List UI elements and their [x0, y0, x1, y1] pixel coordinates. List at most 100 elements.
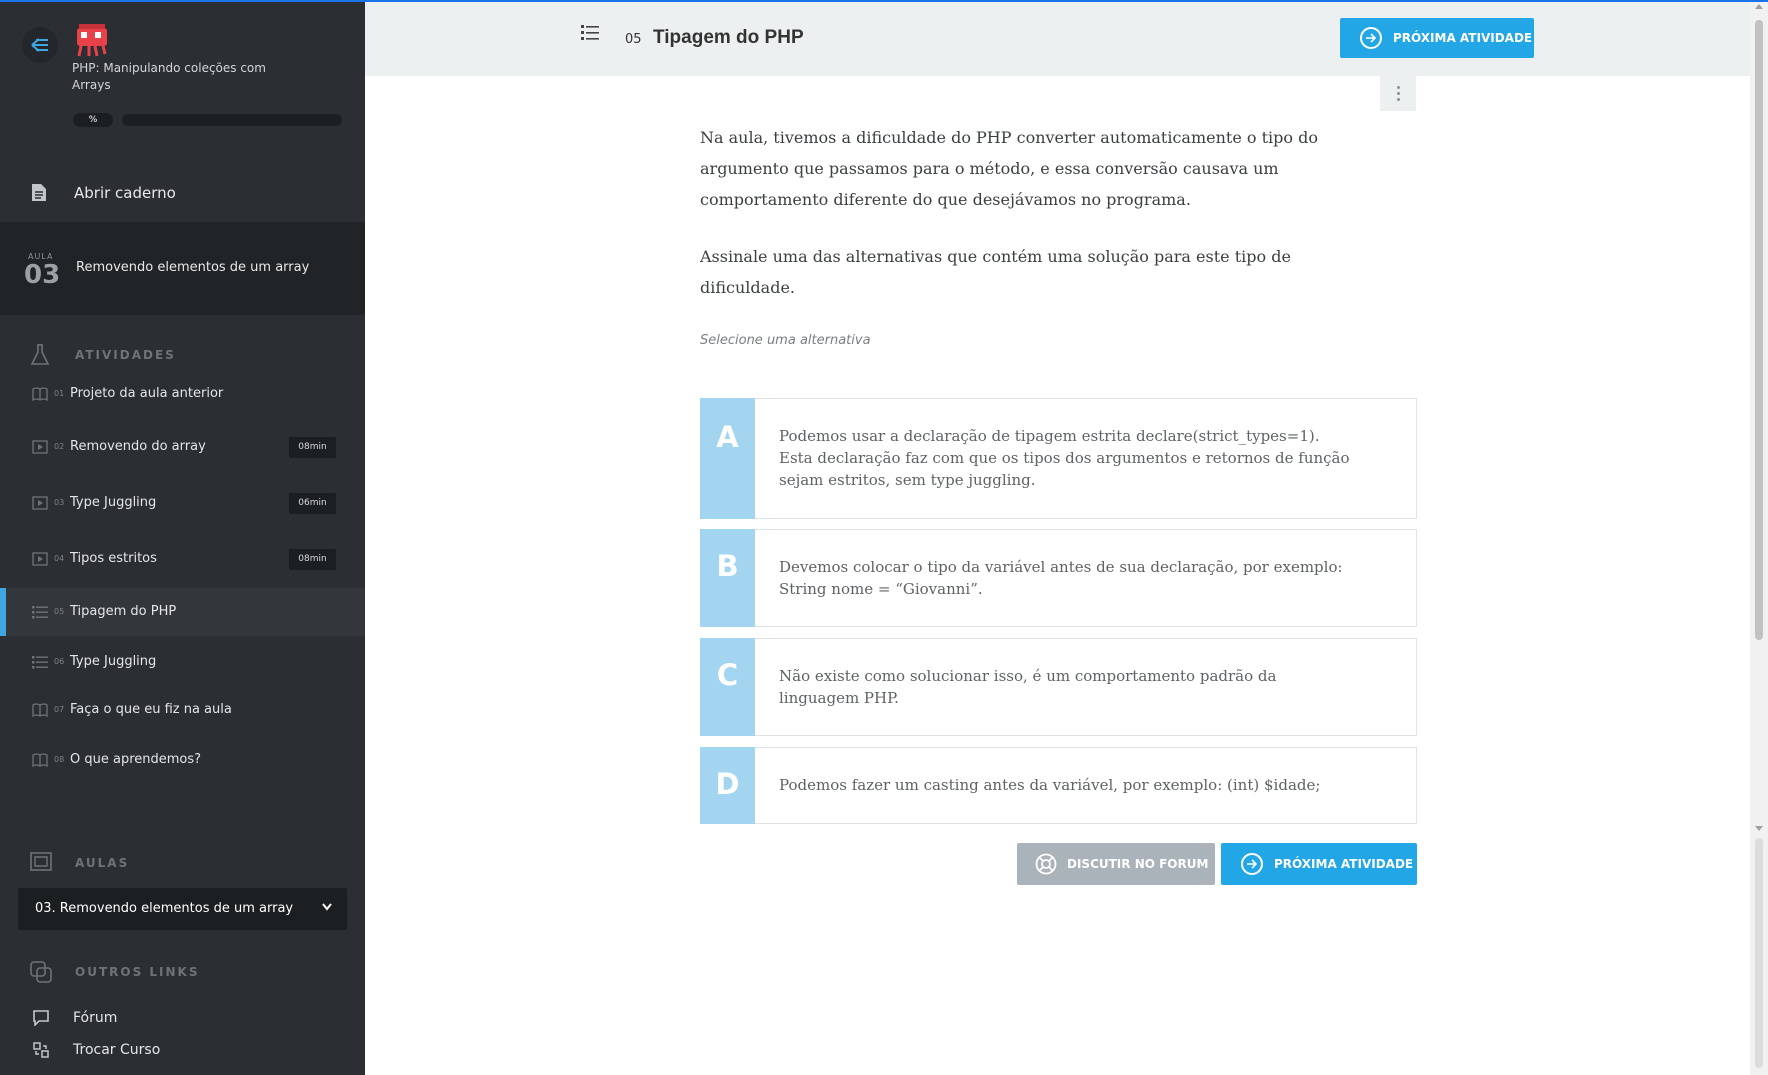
option-letter: A — [700, 398, 755, 519]
flask-icon — [30, 344, 50, 365]
question-paragraph-1: Na aula, tivemos a dificuldade do PHP co… — [700, 128, 1318, 209]
activity-number: 08 — [54, 755, 65, 764]
list-icon — [32, 654, 48, 673]
activity-item[interactable]: 06 Type Juggling — [0, 638, 365, 686]
forum-icon — [33, 1010, 49, 1026]
scrollbar-thumb[interactable] — [1755, 20, 1763, 640]
discuss-forum-button[interactable]: DISCUTIR NO FORUM — [1017, 843, 1215, 885]
discuss-forum-label: DISCUTIR NO FORUM — [1067, 857, 1209, 871]
list-icon — [32, 604, 48, 623]
forum-link[interactable]: Fórum — [0, 1004, 365, 1032]
chevron-down-icon — [322, 903, 332, 911]
activity-title: O que aprendemos? — [70, 752, 202, 767]
scrollbar-track-lower — [1755, 838, 1763, 1068]
book-icon — [32, 702, 48, 721]
activity-title: Projeto da aula anterior — [70, 386, 224, 401]
book-icon — [32, 752, 48, 771]
activity-list-icon[interactable] — [581, 24, 599, 40]
option-text: Devemos colocar o tipo da variável antes… — [779, 558, 1343, 598]
video-icon — [32, 495, 48, 514]
top-loading-line — [0, 0, 1768, 2]
next-activity-button[interactable]: PRÓXIMA ATIVIDADE — [1340, 18, 1534, 58]
scroll-up-arrow-icon[interactable] — [1755, 4, 1763, 9]
main-content: Na aula, tivemos a dificuldade do PHP co… — [365, 76, 1750, 1075]
switch-course-icon — [33, 1042, 49, 1058]
activity-duration: 08min — [289, 549, 336, 570]
activity-header: 05 Tipagem do PHP PRÓXIMA ATIVIDADE — [365, 2, 1750, 76]
next-activity-bottom-button[interactable]: PRÓXIMA ATIVIDADE — [1221, 843, 1417, 885]
more-options-icon[interactable] — [1380, 76, 1416, 111]
activity-item[interactable]: 05 Tipagem do PHP — [0, 588, 365, 636]
activity-title: Removendo do array — [70, 439, 206, 454]
video-icon — [32, 439, 48, 458]
progress-bar — [122, 114, 342, 126]
other-links-heading: OUTROS LINKS — [0, 957, 365, 987]
scroll-down-arrow-icon[interactable] — [1755, 826, 1763, 831]
activity-duration: 06min — [289, 493, 336, 514]
activity-item[interactable]: 03 Type Juggling 06min — [0, 479, 365, 527]
next-activity-label: PRÓXIMA ATIVIDADE — [1393, 31, 1533, 45]
option-letter: C — [700, 638, 755, 736]
switch-course-label: Trocar Curso — [73, 1042, 161, 1058]
question-paragraph-2: Assinale uma das alternativas que contém… — [700, 247, 1291, 297]
lesson-select[interactable]: 03. Removendo elementos de um array — [18, 888, 347, 930]
progress-percent: % — [73, 113, 113, 127]
option-text: Podemos fazer um casting antes da variáv… — [779, 776, 1321, 794]
activity-number: 02 — [54, 442, 65, 451]
links-icon — [30, 961, 52, 983]
lesson-title: Removendo elementos de um array — [76, 260, 310, 275]
app: PHP: Manipulando coleções com Arrays % A… — [0, 0, 1768, 1075]
lesson-select-value: 03. Removendo elementos de um array — [35, 901, 294, 916]
activity-item[interactable]: 02 Removendo do array 08min — [0, 423, 365, 471]
lesson-number: 03 — [24, 260, 61, 290]
activity-item[interactable]: 01 Projeto da aula anterior — [0, 370, 365, 418]
option-text: Não existe como solucionar isso, é um co… — [779, 667, 1277, 707]
open-notebook-label: Abrir caderno — [74, 184, 176, 202]
arrow-right-circle-icon — [1241, 853, 1263, 875]
option-a[interactable]: A Podemos usar a declaração de tipagem e… — [700, 398, 1417, 519]
video-icon — [32, 551, 48, 570]
next-activity-bottom-label: PRÓXIMA ATIVIDADE — [1274, 857, 1414, 871]
activity-duration: 08min — [289, 437, 336, 458]
page-title: Tipagem do PHP — [653, 27, 804, 48]
open-notebook-link[interactable]: Abrir caderno — [0, 165, 365, 221]
sidebar: PHP: Manipulando coleções com Arrays % A… — [0, 0, 365, 1075]
back-button[interactable] — [22, 27, 58, 63]
activity-title: Tipagem do PHP — [70, 604, 177, 619]
activity-title: Faça o que eu fiz na aula — [70, 702, 232, 717]
activity-title: Type Juggling — [70, 654, 157, 669]
activity-item[interactable]: 07 Faça o que eu fiz na aula — [0, 686, 365, 734]
option-letter: D — [700, 747, 755, 824]
select-hint: Selecione uma alternativa — [700, 333, 871, 348]
switch-course-link[interactable]: Trocar Curso — [0, 1036, 365, 1064]
activity-number: 05 — [54, 607, 65, 616]
activity-item[interactable]: 04 Tipos estritos 08min — [0, 535, 365, 583]
course-logo — [73, 24, 111, 58]
course-title: PHP: Manipulando coleções com Arrays — [72, 61, 266, 92]
book-icon — [32, 386, 48, 405]
current-lesson: AULA 03 Removendo elementos de um array — [0, 222, 365, 315]
activity-number: 04 — [54, 554, 65, 563]
option-letter: B — [700, 529, 755, 627]
arrow-back-icon — [31, 38, 48, 52]
activity-number: 01 — [54, 389, 65, 398]
activity-title: Tipos estritos — [70, 551, 157, 566]
aulas-heading: AULAS — [0, 848, 365, 878]
option-b[interactable]: B Devemos colocar o tipo da variável ant… — [700, 529, 1417, 627]
activity-number: 03 — [54, 498, 65, 507]
activity-number: 06 — [54, 657, 65, 666]
activity-item[interactable]: 08 O que aprendemos? — [0, 736, 365, 784]
lifebuoy-icon — [1035, 853, 1057, 875]
arrow-right-circle-icon — [1360, 27, 1382, 49]
forum-link-label: Fórum — [73, 1010, 118, 1026]
option-d[interactable]: D Podemos fazer um casting antes da vari… — [700, 747, 1417, 824]
activity-number: 05 — [625, 32, 642, 47]
page-scrollbar[interactable] — [1750, 0, 1768, 1075]
document-icon — [32, 184, 46, 201]
option-text: Podemos usar a declaração de tipagem est… — [779, 427, 1350, 489]
activity-title: Type Juggling — [70, 495, 157, 510]
activity-number: 07 — [54, 705, 65, 714]
option-c[interactable]: C Não existe como solucionar isso, é um … — [700, 638, 1417, 736]
book-open-icon — [30, 852, 52, 871]
activities-heading: ATIVIDADES — [0, 340, 365, 370]
